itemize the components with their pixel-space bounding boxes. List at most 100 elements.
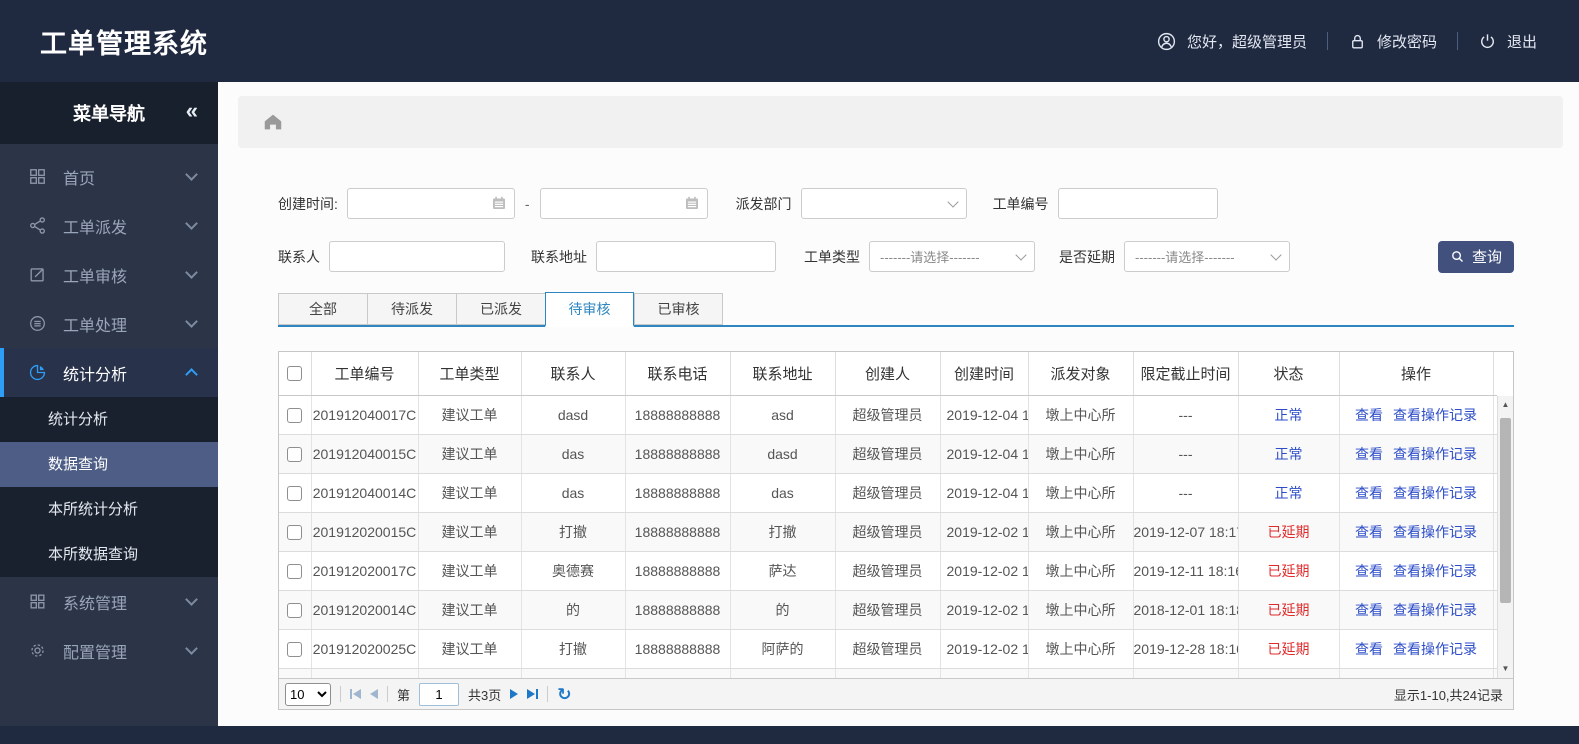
chevron-down-icon [1015, 248, 1027, 261]
view-log-link[interactable]: 查看操作记录 [1393, 563, 1477, 579]
status-badge: 正常 [1274, 406, 1303, 423]
order-no-input[interactable] [1057, 188, 1218, 219]
grid-icon [28, 167, 50, 186]
delay-select[interactable]: -------请选择------- [1124, 241, 1290, 272]
row-checkbox[interactable] [287, 602, 303, 618]
breadcrumb [238, 96, 1563, 148]
view-link[interactable]: 查看 [1355, 446, 1383, 462]
cell-phone: 18888888888 [625, 473, 731, 513]
greeting-text: 您好，超级管理员 [1186, 33, 1307, 51]
view-log-link[interactable]: 查看操作记录 [1393, 446, 1477, 462]
view-link[interactable]: 查看 [1355, 641, 1383, 657]
create-time-end-field [539, 188, 708, 219]
status-tabs: 全部 待派发 已派发 待审核 已审核 [278, 292, 1514, 327]
cell-order-type: 建议工单 [418, 590, 522, 630]
change-password-link[interactable]: 修改密码 [1348, 31, 1437, 52]
view-link[interactable]: 查看 [1355, 602, 1383, 618]
sidebar-item-dispatch[interactable]: 工单派发 [0, 201, 218, 250]
record-summary: 显示1-10,共24记录 [1393, 687, 1503, 703]
order-no-label: 工单编号 [992, 195, 1049, 212]
scroll-down-arrow-icon[interactable]: ▼ [1498, 662, 1513, 676]
submenu-item-statistics[interactable]: 统计分析 [0, 397, 218, 442]
calendar-icon[interactable] [490, 194, 508, 212]
filter-panel: 创建时间: - 派发部门 工单编号 联系人 联系地址 工单类型 -------请… [278, 188, 1514, 273]
tab-reviewed[interactable]: 已审核 [634, 293, 723, 325]
table-scrollbar[interactable]: ▲ ▼ [1497, 396, 1513, 678]
cell-order-no: 201912020017C [311, 551, 419, 591]
sidebar-item-system[interactable]: 系统管理 [0, 577, 218, 626]
status-badge: 已延期 [1267, 562, 1310, 579]
row-checkbox[interactable] [287, 524, 303, 540]
collapse-sidebar-button[interactable]: « [186, 98, 198, 124]
sidebar-item-label: 配置管理 [63, 644, 128, 662]
sidebar-item-review[interactable]: 工单审核 [0, 250, 218, 299]
logout-link[interactable]: 退出 [1478, 31, 1537, 52]
status-badge: 已延期 [1267, 640, 1310, 657]
cell-phone: 18888888888 [625, 395, 731, 435]
row-checkbox[interactable] [287, 641, 303, 657]
cell-created: 2019-12-02 16 [940, 590, 1029, 630]
cell-created: 2019-12-02 17 [940, 551, 1029, 591]
sidebar-item-label: 首页 [63, 170, 96, 188]
sidebar-item-config[interactable]: 配置管理 [0, 626, 218, 675]
change-password-text: 修改密码 [1376, 33, 1437, 51]
col-order-no: 工单编号 [311, 352, 419, 396]
last-page-button[interactable] [527, 689, 539, 699]
page-size-select[interactable]: 10 [285, 682, 331, 706]
row-checkbox[interactable] [287, 446, 303, 462]
scrollbar-thumb[interactable] [1500, 418, 1511, 603]
cell-phone: 18888888888 [625, 512, 731, 552]
col-actions: 操作 [1339, 352, 1494, 396]
order-type-select[interactable]: -------请选择------- [869, 241, 1035, 272]
row-checkbox[interactable] [287, 407, 303, 423]
refresh-icon[interactable]: ↻ [557, 686, 571, 703]
prev-page-button[interactable] [370, 689, 378, 699]
table-row-partial [279, 668, 1497, 678]
cell-target: 墩上中心所 [1028, 395, 1134, 435]
row-checkbox[interactable] [287, 563, 303, 579]
view-link[interactable]: 查看 [1355, 563, 1383, 579]
view-log-link[interactable]: 查看操作记录 [1393, 407, 1477, 423]
select-all-checkbox[interactable] [287, 366, 303, 382]
sidebar-item-label: 统计分析 [63, 366, 128, 384]
cell-target: 墩上中心所 [1028, 512, 1134, 552]
contact-input[interactable] [329, 241, 505, 272]
tab-pending-dispatch[interactable]: 待派发 [367, 293, 456, 325]
page-number-input[interactable] [419, 682, 460, 706]
home-icon[interactable] [262, 111, 284, 133]
status-badge: 正常 [1274, 484, 1303, 501]
tab-pending-review[interactable]: 待审核 [545, 292, 634, 327]
first-page-button[interactable] [350, 689, 361, 699]
tab-dispatched[interactable]: 已派发 [456, 293, 545, 325]
tab-all[interactable]: 全部 [278, 293, 367, 325]
delay-label: 是否延期 [1059, 248, 1115, 265]
table-row: 201912020015C 建议工单 打撤 18888888888 打撤 超级管… [279, 512, 1497, 552]
submenu-item-local-data-query[interactable]: 本所数据查询 [0, 532, 218, 577]
next-page-button[interactable] [510, 689, 519, 699]
sidebar-item-label: 工单派发 [63, 219, 128, 237]
submenu-item-data-query[interactable]: 数据查询 [0, 442, 218, 487]
submenu-item-local-statistics[interactable]: 本所统计分析 [0, 487, 218, 532]
user-icon [1156, 31, 1177, 52]
cell-target: 墩上中心所 [1028, 551, 1134, 591]
sidebar-item-home[interactable]: 首页 [0, 152, 218, 201]
view-link[interactable]: 查看 [1355, 407, 1383, 423]
view-log-link[interactable]: 查看操作记录 [1393, 641, 1477, 657]
row-checkbox[interactable] [287, 485, 303, 501]
col-order-type: 工单类型 [418, 352, 522, 396]
address-input[interactable] [596, 241, 776, 272]
view-log-link[interactable]: 查看操作记录 [1393, 602, 1477, 618]
cell-creator: 超级管理员 [835, 434, 941, 474]
sidebar-item-statistics[interactable]: 统计分析 [0, 348, 218, 397]
view-link[interactable]: 查看 [1355, 524, 1383, 540]
view-log-link[interactable]: 查看操作记录 [1393, 485, 1477, 501]
dispatch-dept-select[interactable] [800, 188, 967, 219]
sidebar-item-process[interactable]: 工单处理 [0, 299, 218, 348]
search-button[interactable]: 查询 [1438, 240, 1514, 273]
view-log-link[interactable]: 查看操作记录 [1393, 524, 1477, 540]
cell-target: 墩上中心所 [1028, 473, 1134, 513]
scroll-up-arrow-icon[interactable]: ▲ [1498, 398, 1513, 412]
calendar-icon[interactable] [683, 194, 701, 212]
view-link[interactable]: 查看 [1355, 485, 1383, 501]
chevron-down-icon [185, 266, 198, 279]
